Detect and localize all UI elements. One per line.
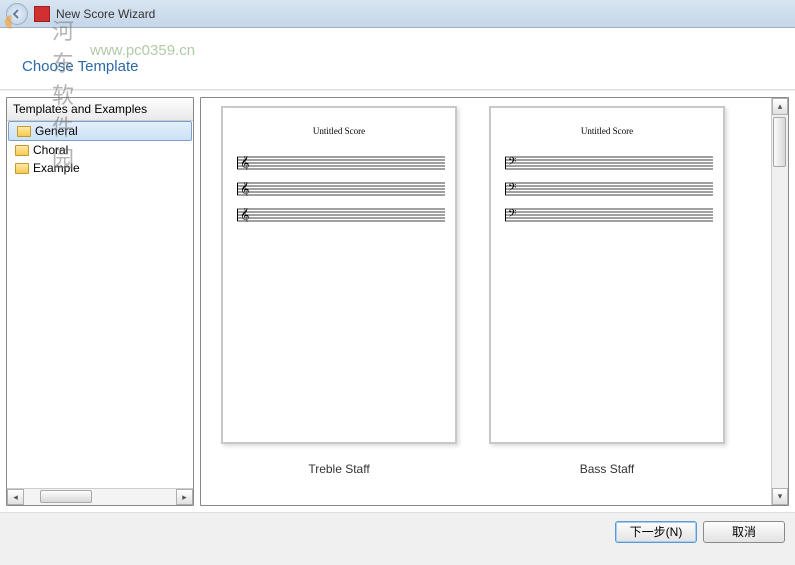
tree-item-label: Example xyxy=(33,161,80,175)
svg-text:𝄞: 𝄞 xyxy=(240,156,249,170)
tree-header: Templates and Examples xyxy=(7,98,193,121)
staff-line: 𝄞 xyxy=(237,182,441,196)
scroll-track[interactable] xyxy=(772,115,788,488)
tree-item-choral[interactable]: Choral xyxy=(7,141,193,159)
folder-icon xyxy=(15,145,29,156)
template-preview: Untitled Score 𝄢 𝄢 𝄢 xyxy=(489,106,725,444)
wizard-footer: 下一步(N) 取消 xyxy=(0,512,795,550)
scroll-thumb[interactable] xyxy=(40,490,92,503)
scroll-thumb[interactable] xyxy=(773,117,786,167)
svg-text:𝄞: 𝄞 xyxy=(240,182,249,196)
score-title: Untitled Score xyxy=(581,126,633,136)
tree-item-label: Choral xyxy=(33,143,68,157)
back-button[interactable] xyxy=(6,3,28,25)
page-title: Choose Template xyxy=(22,58,773,75)
folder-icon xyxy=(15,163,29,174)
scroll-track[interactable] xyxy=(24,489,176,505)
template-label: Treble Staff xyxy=(308,462,369,476)
tree-item-label: General xyxy=(35,124,78,138)
staff-line: 𝄞 xyxy=(237,156,441,170)
next-button[interactable]: 下一步(N) xyxy=(615,521,697,543)
tree-items: General Choral Example xyxy=(7,121,193,488)
scroll-right-arrow[interactable]: ▸ xyxy=(176,489,193,505)
wizard-content: Templates and Examples General Choral Ex… xyxy=(0,90,795,512)
app-icon xyxy=(34,6,50,22)
score-title: Untitled Score xyxy=(313,126,365,136)
staff-line: 𝄢 xyxy=(505,156,709,170)
tree-item-general[interactable]: General xyxy=(8,121,192,141)
scroll-up-arrow[interactable]: ▴ xyxy=(772,98,788,115)
template-preview: Untitled Score 𝄞 𝄞 𝄞 xyxy=(221,106,457,444)
tree-item-example[interactable]: Example xyxy=(7,159,193,177)
vertical-scrollbar[interactable]: ▴ ▾ xyxy=(771,98,788,505)
svg-text:𝄢: 𝄢 xyxy=(508,156,516,170)
template-card-treble[interactable]: Untitled Score 𝄞 𝄞 𝄞 Treble Staff xyxy=(209,106,469,497)
svg-text:𝄢: 𝄢 xyxy=(508,182,516,196)
horizontal-scrollbar[interactable]: ◂ ▸ xyxy=(7,488,193,505)
staff-line: 𝄞 xyxy=(237,208,441,222)
folder-icon xyxy=(17,126,31,137)
window-title: New Score Wizard xyxy=(56,7,155,21)
scroll-down-arrow[interactable]: ▾ xyxy=(772,488,788,505)
svg-text:𝄞: 𝄞 xyxy=(240,208,249,222)
template-categories-panel: Templates and Examples General Choral Ex… xyxy=(6,97,194,506)
scroll-left-arrow[interactable]: ◂ xyxy=(7,489,24,505)
staff-line: 𝄢 xyxy=(505,208,709,222)
wizard-header: Choose Template xyxy=(0,28,795,90)
template-card-bass[interactable]: Untitled Score 𝄢 𝄢 𝄢 Bass Staff xyxy=(477,106,737,497)
templates-panel: Untitled Score 𝄞 𝄞 𝄞 Treble Staff Untitl… xyxy=(200,97,789,506)
window-titlebar: New Score Wizard xyxy=(0,0,795,28)
staff-line: 𝄢 xyxy=(505,182,709,196)
template-label: Bass Staff xyxy=(580,462,634,476)
cancel-button[interactable]: 取消 xyxy=(703,521,785,543)
svg-text:𝄢: 𝄢 xyxy=(508,208,516,222)
